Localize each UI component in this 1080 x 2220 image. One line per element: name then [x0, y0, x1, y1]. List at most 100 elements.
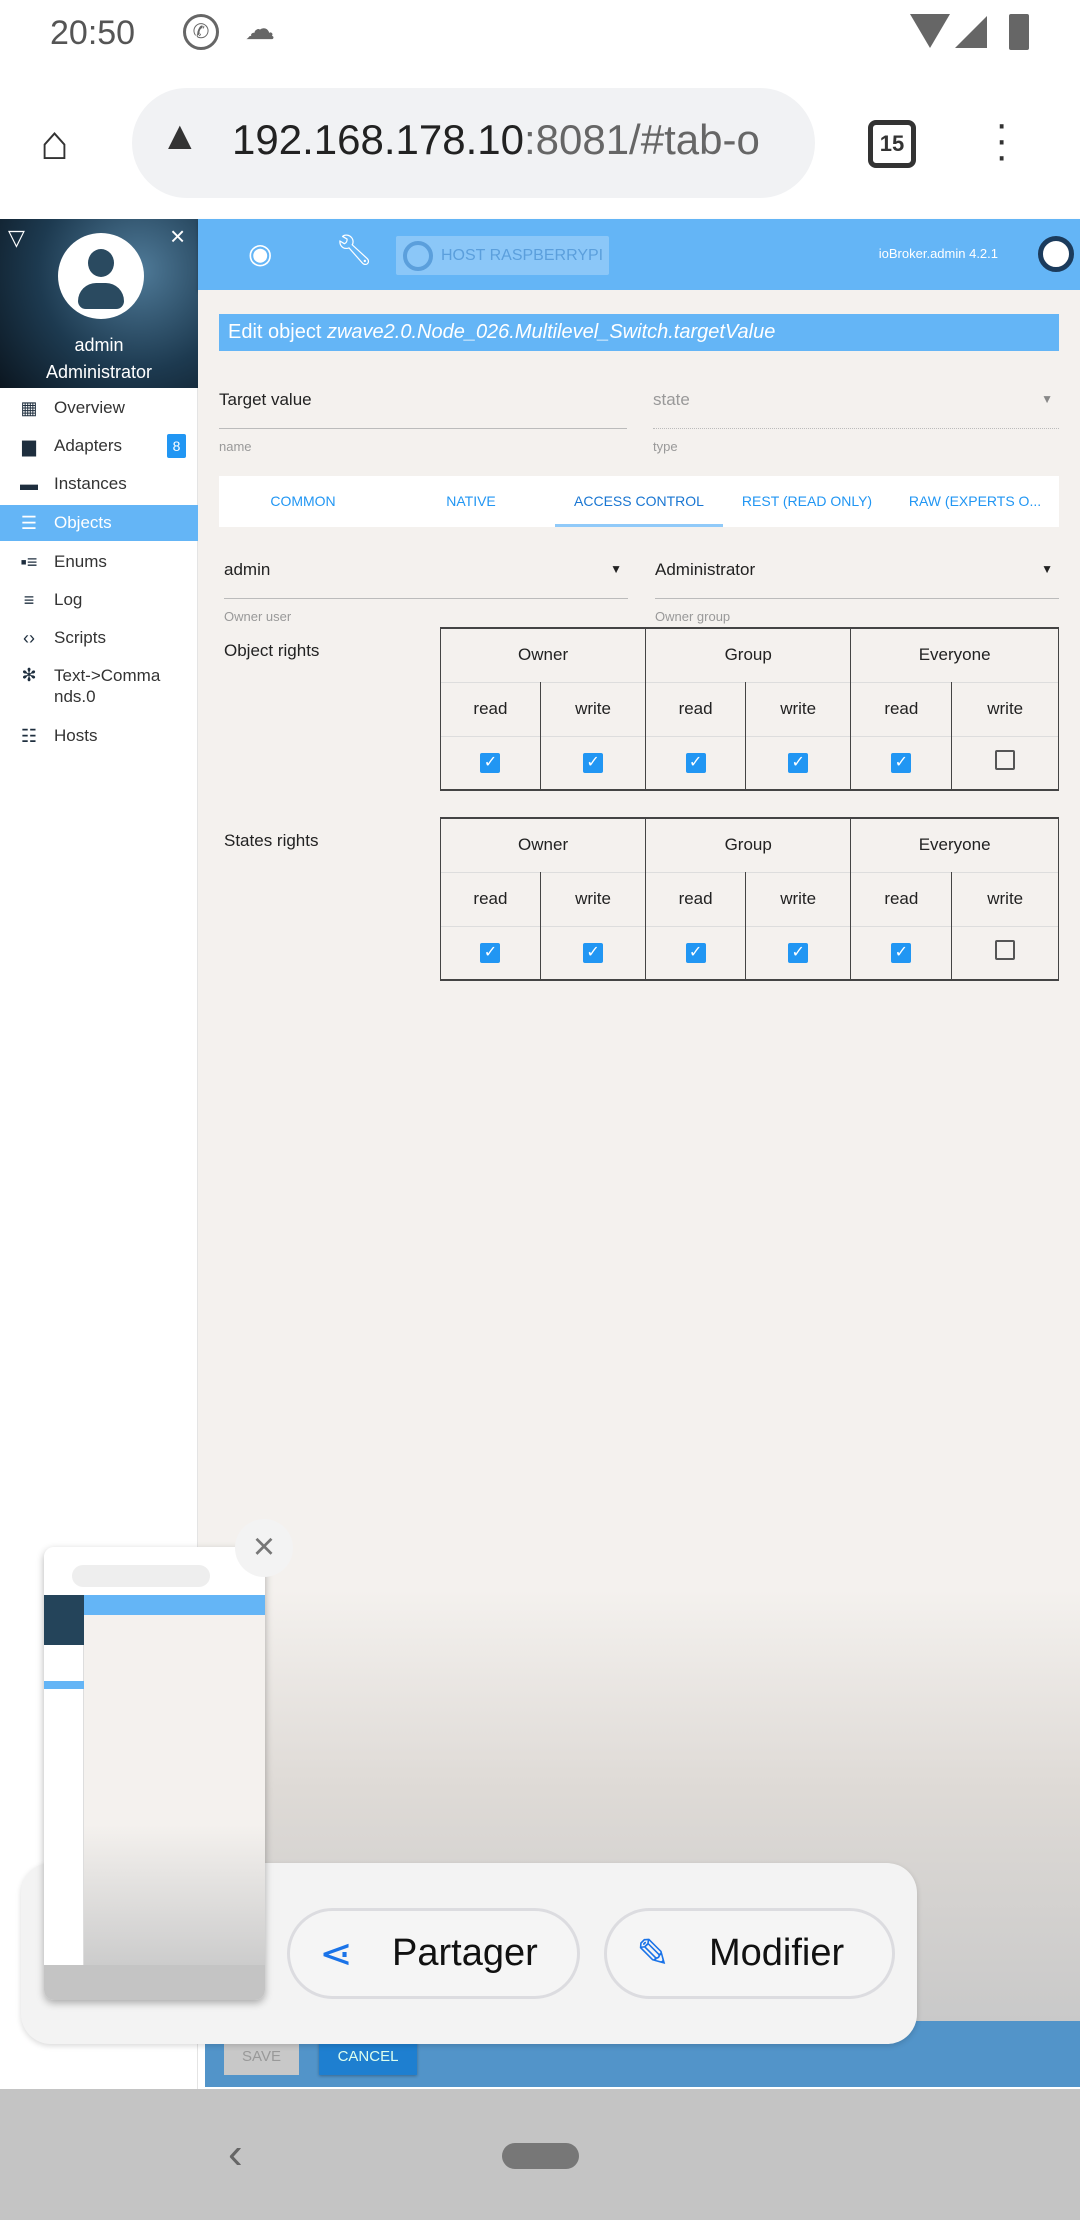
log-icon: ≡: [23, 589, 35, 610]
group-header: Everyone: [850, 817, 1059, 872]
checkbox-checked[interactable]: ✓: [583, 943, 604, 964]
owner-group-label: Owner group: [655, 609, 731, 624]
store-icon: ▆: [22, 435, 36, 456]
permission-cell: ✓: [850, 735, 953, 790]
home-icon[interactable]: ⌂: [40, 116, 69, 171]
permission-header: read: [440, 681, 541, 736]
checkbox-checked[interactable]: ✓: [891, 943, 912, 964]
checkbox-checked[interactable]: ✓: [583, 753, 604, 774]
chevron-down-icon: ▼: [610, 562, 622, 576]
sidebar-item-label: Text->Commands.0: [54, 666, 161, 706]
name-field[interactable]: Target value name: [219, 390, 627, 454]
type-value: state: [653, 390, 690, 409]
permission-header: read: [645, 681, 747, 736]
dialog-title: Edit object zwave2.0.Node_026.Multilevel…: [219, 314, 1059, 351]
more-menu-icon[interactable]: · · ·: [995, 104, 1008, 176]
tab-common[interactable]: Common: [219, 476, 387, 527]
checkbox-checked[interactable]: ✓: [685, 943, 706, 964]
dialog-tabs: Common Native Access control Rest (read …: [219, 476, 1059, 527]
owner-group-select[interactable]: Administrator ▼ Owner group: [655, 560, 1059, 624]
sidebar-item-text-commands[interactable]: ✻ Text->Commands.0: [0, 659, 198, 715]
back-icon[interactable]: ‹: [228, 2129, 243, 2179]
permission-header: read: [850, 871, 953, 926]
edit-object-dialog: Edit object zwave2.0.Node_026.Multilevel…: [198, 290, 1080, 2087]
sidebar-item-adapters[interactable]: ▆ Adapters 8: [0, 428, 198, 464]
owner-group-value: Administrator: [655, 560, 756, 579]
tab-access-control[interactable]: Access control: [555, 476, 723, 527]
rights-table: Owner Group Everyone read write read write read…: [439, 627, 1059, 791]
section-label: Object rights: [224, 641, 320, 660]
sidebar-item-label: Instances: [54, 474, 127, 493]
rights-table: Owner Group Everyone read write read write read…: [439, 817, 1059, 981]
close-icon[interactable]: ×: [170, 221, 185, 252]
group-header: Owner: [439, 627, 647, 682]
tab-switcher-button[interactable]: 15: [868, 120, 916, 168]
url-host: 192.168.178.10: [232, 116, 524, 163]
sidebar-item-overview[interactable]: ▦ Overview: [0, 390, 198, 426]
permission-cell: ✓: [745, 925, 852, 980]
close-thumbnail-button[interactable]: ×: [235, 1519, 293, 1577]
warning-icon[interactable]: ▲: [160, 114, 200, 159]
wrench-icon[interactable]: 🔧︎: [335, 233, 373, 268]
permission-header: write: [539, 681, 647, 736]
name-value: Target value: [219, 390, 312, 409]
host-button[interactable]: HOST RASPBERRYPI: [396, 236, 609, 275]
section-label: States rights: [224, 831, 319, 850]
enums-icon: ▪≡: [20, 551, 38, 572]
iobroker-logo-icon[interactable]: [1038, 236, 1074, 272]
permission-cell: ✓: [645, 735, 747, 790]
type-label: type: [653, 439, 678, 454]
permission-cell: ✓: [440, 925, 541, 980]
checkbox-checked[interactable]: ✓: [685, 753, 706, 774]
code-icon: ‹›: [23, 627, 35, 648]
checkbox-checked[interactable]: ✓: [480, 943, 501, 964]
sidebar-item-scripts[interactable]: ‹› Scripts: [0, 620, 198, 656]
owner-user-label: Owner user: [224, 609, 292, 624]
phone-icon: ✆: [183, 14, 219, 50]
sidebar-item-instances[interactable]: ▬ Instances: [0, 466, 198, 502]
wifi-icon: [910, 14, 950, 48]
tab-native[interactable]: Native: [387, 476, 555, 527]
share-label: Partager: [392, 1932, 538, 1974]
adapters-badge: 8: [167, 434, 186, 458]
edit-label: Modifier: [709, 1932, 845, 1974]
object-id: zwave2.0.Node_026.Multilevel_Switch.targ…: [326, 321, 776, 343]
permission-cell: ✓: [745, 735, 852, 790]
home-pill[interactable]: [502, 2143, 579, 2169]
eye-icon[interactable]: ◉: [248, 237, 272, 270]
checkbox-checked[interactable]: ✓: [480, 753, 501, 774]
app-bar: ◉ 🔧︎ HOST RASPBERRYPI ioBroker.admin 4.2…: [198, 219, 1080, 290]
tab-raw[interactable]: Raw (experts o...: [891, 476, 1059, 527]
owner-user-select[interactable]: admin ▼ Owner user: [224, 560, 628, 624]
screenshot-thumbnail[interactable]: [44, 1547, 265, 2000]
permission-header: write: [745, 871, 852, 926]
host-label: HOST RASPBERRYPI: [441, 246, 604, 264]
tab-rest[interactable]: Rest (read only): [723, 476, 891, 527]
share-button[interactable]: ⋖ Partager: [287, 1908, 580, 1999]
collapse-icon[interactable]: ▽: [8, 225, 25, 251]
checkbox-unchecked[interactable]: [995, 750, 1016, 771]
cloud-icon: ☁: [245, 13, 275, 46]
permission-header: read: [645, 871, 747, 926]
sidebar-item-hosts[interactable]: ☷ Hosts: [0, 718, 198, 754]
edit-button[interactable]: ✎ Modifier: [604, 1908, 895, 1999]
sidebar-item-objects[interactable]: ☰ Objects: [0, 505, 198, 541]
permission-cell: ✓: [539, 925, 647, 980]
permission-cell: ✓: [850, 925, 953, 980]
sidebar-header: ▽ × admin Administrator: [0, 219, 198, 388]
sidebar-item-enums[interactable]: ▪≡ Enums: [0, 544, 198, 580]
share-icon: ⋖: [319, 1931, 353, 1976]
sidebar-item-log[interactable]: ≡ Log: [0, 582, 198, 618]
type-select[interactable]: state ▼ type: [653, 390, 1059, 454]
user-role: Administrator: [45, 362, 153, 382]
checkbox-checked[interactable]: ✓: [788, 943, 809, 964]
title-prefix: Edit object: [228, 321, 327, 343]
permission-header: write: [951, 681, 1059, 736]
url-text[interactable]: 192.168.178.10:8081/#tab-o: [232, 116, 760, 164]
iobroker-logo-icon: [403, 240, 433, 271]
snowflake-icon: ✻: [21, 665, 37, 685]
permission-cell: ✓: [645, 925, 747, 980]
checkbox-checked[interactable]: ✓: [788, 753, 809, 774]
checkbox-checked[interactable]: ✓: [891, 753, 912, 774]
checkbox-unchecked[interactable]: [995, 940, 1016, 961]
